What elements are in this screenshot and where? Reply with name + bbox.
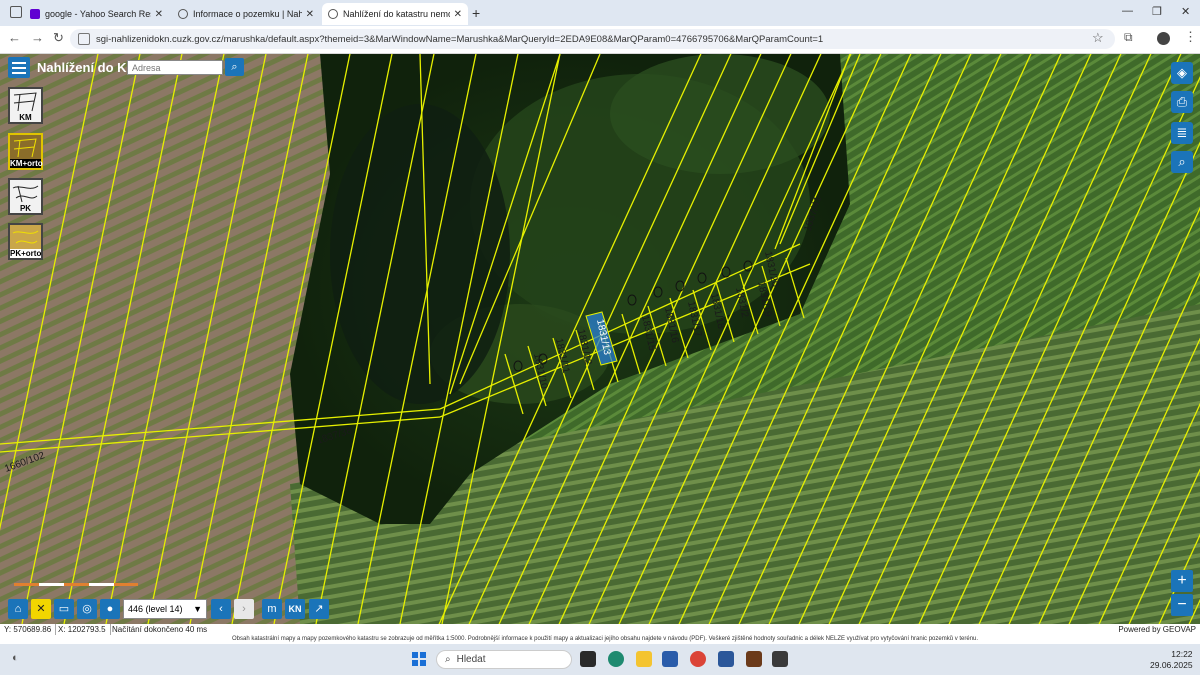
layer-label: PK: [19, 204, 32, 213]
layer-km-button[interactable]: KM: [8, 87, 43, 124]
snipping-tool-icon[interactable]: [772, 651, 788, 667]
tab-title: google - Yahoo Search Results: [45, 9, 151, 19]
yahoo-icon: [30, 9, 40, 19]
restore-icon[interactable]: ❐: [1152, 5, 1162, 18]
map-viewport[interactable]: 1837/38 1831/10 1831/11 1831/12 1831/13 …: [0, 54, 1200, 624]
reload-icon[interactable]: ↻: [53, 30, 64, 46]
taskbar: ◐ ⌕ Hledat 12:22 29.06.2025: [0, 644, 1200, 675]
loading-status: Načítání dokončeno 40 ms: [112, 625, 208, 634]
layer-pk-button[interactable]: PK: [8, 178, 43, 215]
tree-canopy: [610, 54, 830, 174]
address-bar[interactable]: sgi-nahlizenidokn.cuzk.gov.cz/marushka/d…: [70, 29, 1115, 49]
print-icon[interactable]: ⎙: [1171, 91, 1193, 113]
map-canvas: 1837/38 1831/10 1831/11 1831/12 1831/13 …: [0, 54, 1200, 624]
land-register-icon: [12, 185, 39, 203]
bookmark-star-icon[interactable]: ☆: [1092, 30, 1104, 46]
taskbar-search-input[interactable]: ⌕ Hledat: [436, 650, 572, 669]
chevron-down-icon: ▼: [193, 604, 202, 614]
address-search-input[interactable]: [127, 60, 223, 75]
back-icon[interactable]: ‹: [211, 599, 231, 619]
pin-icon[interactable]: ●: [100, 599, 120, 619]
chrome-icon[interactable]: [690, 651, 706, 667]
home-icon[interactable]: ⌂: [8, 599, 28, 619]
store-icon[interactable]: [662, 651, 678, 667]
zoom-in-button[interactable]: +: [1171, 570, 1193, 592]
info-text: Obsah katastrální mapy a mapy pozemkovéh…: [232, 636, 979, 642]
land-register-ortho-icon: [12, 230, 39, 244]
hamburger-menu-icon[interactable]: [8, 57, 30, 78]
close-tab-icon[interactable]: ✕: [155, 9, 163, 20]
search-icon[interactable]: ⌕: [225, 58, 244, 76]
back-arrow-icon[interactable]: ←: [8, 30, 21, 45]
share-icon[interactable]: ↗: [309, 599, 329, 619]
legend-icon[interactable]: ≣: [1171, 122, 1193, 144]
zoom-level-value: 446 (level 14): [128, 604, 183, 614]
clock-time: 12:22: [1171, 649, 1193, 659]
new-tab-button[interactable]: +: [472, 5, 480, 21]
globe-icon: [328, 9, 338, 19]
globe-icon: [178, 9, 188, 19]
tab-title: Informace o pozemku | Nahlížení: [193, 9, 302, 19]
coord-x: X: 1202793.5: [54, 624, 111, 635]
tab-informace[interactable]: Informace o pozemku | Nahlížení ✕: [172, 3, 320, 25]
tab-title: Nahlížení do katastru nemovitostí: [343, 9, 450, 19]
windows-start-icon[interactable]: [412, 652, 426, 666]
layer-label: KM: [19, 113, 32, 122]
pond-shadow: [330, 104, 510, 404]
search-icon: ⌕: [445, 654, 451, 665]
url-text: sgi-nahlizenidokn.cuzk.gov.cz/marushka/d…: [96, 33, 824, 45]
locate-icon[interactable]: ◎: [77, 599, 97, 619]
browser-tab-strip: google - Yahoo Search Results ✕ Informac…: [0, 0, 1200, 26]
task-view-icon[interactable]: [580, 651, 596, 667]
zoom-level-select[interactable]: 446 (level 14) ▼: [123, 599, 207, 619]
layer-pk-orto-button[interactable]: PK+orto: [8, 223, 43, 260]
profile-avatar[interactable]: [1157, 32, 1170, 45]
select-area-icon[interactable]: ▭: [54, 599, 74, 619]
close-tab-icon[interactable]: ✕: [454, 9, 462, 20]
clear-icon[interactable]: ✕: [31, 599, 51, 619]
tab-yahoo[interactable]: google - Yahoo Search Results ✕: [24, 3, 169, 25]
layer-label: KM+orto: [10, 159, 43, 168]
browser-toolbar: ← → ↻ sgi-nahlizenidokn.cuzk.gov.cz/maru…: [0, 26, 1200, 54]
layer-km-orto-button[interactable]: KM+orto: [8, 133, 43, 170]
layer-label: PK+orto: [10, 249, 42, 258]
taskbar-search-label: Hledat: [456, 654, 486, 665]
layers-icon[interactable]: ◈: [1171, 62, 1193, 84]
search-zoom-icon[interactable]: ⌕: [1171, 151, 1193, 173]
system-clock[interactable]: 12:22 29.06.2025: [1150, 649, 1193, 671]
minimize-icon[interactable]: —: [1122, 5, 1133, 17]
cadastral-ortho-icon: [13, 138, 37, 158]
site-info-icon[interactable]: [78, 33, 90, 45]
weather-icon[interactable]: ◐: [12, 652, 19, 664]
scale-bar: [14, 583, 138, 588]
kn-icon[interactable]: KN: [285, 599, 305, 619]
extensions-icon[interactable]: ⧉: [1124, 30, 1133, 45]
forward-arrow-icon[interactable]: →: [31, 30, 44, 45]
word-icon[interactable]: [718, 651, 734, 667]
browser-menu-icon[interactable]: ⋮: [1184, 29, 1197, 45]
cadastral-map-icon: [13, 92, 37, 112]
tab-search-icon[interactable]: [10, 6, 22, 18]
close-window-icon[interactable]: ✕: [1181, 5, 1190, 18]
forward-icon[interactable]: ›: [234, 599, 254, 619]
clock-date: 29.06.2025: [1150, 660, 1193, 670]
coord-y: Y: 570689.86: [0, 624, 57, 635]
app-icon[interactable]: [746, 651, 762, 667]
close-tab-icon[interactable]: ✕: [306, 9, 314, 20]
file-explorer-icon[interactable]: [636, 651, 652, 667]
app-title: Nahlížení do KN: [37, 60, 136, 75]
zoom-out-button[interactable]: −: [1171, 594, 1193, 616]
edge-icon[interactable]: [608, 651, 624, 667]
measure-icon[interactable]: m: [262, 599, 282, 619]
tab-nahlizeni[interactable]: Nahlížení do katastru nemovitostí ✕: [322, 3, 468, 25]
